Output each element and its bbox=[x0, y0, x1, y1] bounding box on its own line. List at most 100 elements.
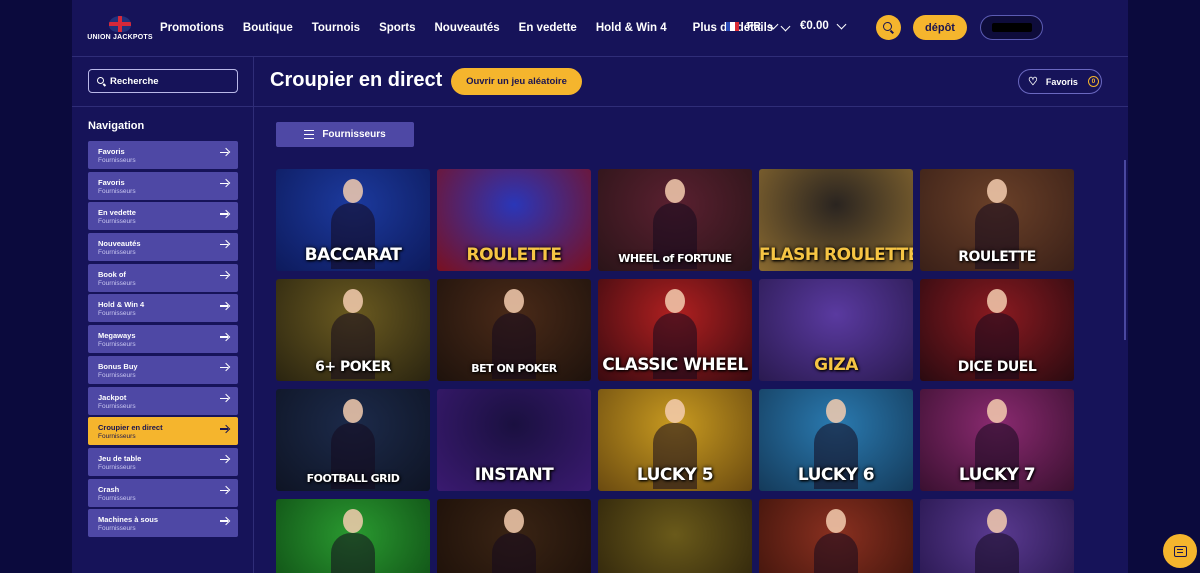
game-tile[interactable]: INSTANT bbox=[437, 389, 591, 491]
game-tile[interactable]: GIZA bbox=[759, 279, 913, 381]
sidebar-item-subtitle: Fournisseurs bbox=[98, 463, 136, 471]
game-tile[interactable]: ROULETTE bbox=[437, 169, 591, 271]
nav-sports[interactable]: Sports bbox=[379, 22, 415, 34]
chat-icon bbox=[1173, 545, 1187, 557]
dealer-image bbox=[331, 509, 375, 573]
sidebar-item-title: Hold & Win 4 bbox=[98, 300, 145, 310]
sidebar-item-subtitle: Fournisseurs bbox=[98, 249, 136, 257]
sidebar-item[interactable]: Bonus Buy Fournisseurs bbox=[88, 355, 238, 384]
site-logo[interactable]: UNION JACKPOTS bbox=[87, 8, 153, 48]
sidebar-item-title: En vedette bbox=[98, 208, 136, 218]
game-title: BACCARAT bbox=[304, 245, 402, 265]
sidebar-search-input[interactable]: Recherche bbox=[88, 69, 238, 93]
sidebar-item-subtitle: Fournisseurs bbox=[98, 187, 136, 195]
sidebar-item-title: Jackpot bbox=[98, 392, 127, 402]
game-title: CLASSIC WHEEL bbox=[602, 355, 748, 375]
sidebar-item[interactable]: Favoris Fournisseurs bbox=[88, 141, 238, 169]
language-selector[interactable]: FR bbox=[726, 19, 779, 32]
sidebar-item-title: Machines à sous bbox=[98, 515, 159, 525]
game-tile[interactable]: 6+ POKER bbox=[276, 279, 430, 381]
logo-text: UNION JACKPOTS bbox=[87, 33, 153, 41]
sidebar-item[interactable]: Nouveautés Fournisseurs bbox=[88, 233, 238, 262]
sidebar-nav-list: Favoris Fournisseurs Favoris Fournisseurs En… bbox=[88, 141, 238, 540]
search-icon bbox=[883, 22, 892, 31]
nav-boutique[interactable]: Boutique bbox=[243, 22, 293, 34]
sidebar-item[interactable]: Favoris Fournisseurs bbox=[88, 171, 238, 200]
sidebar-item-title: Favoris bbox=[98, 177, 125, 187]
game-tile[interactable]: DICE DUEL bbox=[920, 279, 1074, 381]
sidebar-item[interactable]: Hold & Win 4 Fournisseurs bbox=[88, 294, 238, 323]
sidebar-item[interactable]: En vedette Fournisseurs bbox=[88, 202, 238, 231]
main-nav: Promotions Boutique Tournois Sports Nouv… bbox=[160, 21, 791, 34]
arrow-right-icon bbox=[220, 366, 228, 369]
arrow-right-icon bbox=[220, 213, 228, 215]
game-tile[interactable]: FOOTBALL GRID bbox=[276, 389, 430, 491]
game-tile[interactable]: LUCKY 6 bbox=[759, 389, 913, 491]
game-tile[interactable]: BACCARAT bbox=[276, 169, 430, 271]
game-tile[interactable]: LUCKY 5 bbox=[598, 389, 752, 491]
arrow-right-icon bbox=[220, 274, 228, 277]
scrollbar[interactable] bbox=[1124, 160, 1126, 340]
sidebar-item-title: Jeu de table bbox=[98, 453, 142, 463]
sidebar-item-title: Crash bbox=[98, 484, 120, 494]
deposit-button[interactable]: dépôt bbox=[913, 15, 967, 40]
sidebar-item[interactable]: Croupier en direct Fournisseurs bbox=[88, 417, 238, 446]
sidebar-item-title: Bonus Buy bbox=[98, 361, 138, 371]
account-button[interactable] bbox=[980, 15, 1043, 40]
game-tile[interactable]: FLASH ROULETTE bbox=[759, 169, 913, 271]
nav-en-vedette[interactable]: En vedette bbox=[519, 22, 577, 34]
france-flag-icon bbox=[726, 21, 739, 31]
balance-selector[interactable]: €0.00 bbox=[800, 19, 847, 32]
header-search-button[interactable] bbox=[876, 15, 901, 40]
game-tile[interactable]: VIP bbox=[598, 499, 752, 573]
random-game-button[interactable]: Ouvrir un jeu aléatoire bbox=[451, 68, 582, 95]
game-tile[interactable]: LUCKY bbox=[276, 499, 430, 573]
favorites-label: Favoris bbox=[1045, 76, 1078, 87]
sidebar-item[interactable]: Crash Fournisseurs bbox=[88, 478, 238, 507]
sidebar-item[interactable]: Jeu de table Fournisseurs bbox=[88, 447, 238, 476]
sidebar-divider bbox=[253, 56, 254, 573]
game-tile[interactable]: WHEEL of FORTUNE bbox=[598, 169, 752, 271]
game-tile[interactable]: BET ON POKER bbox=[437, 279, 591, 381]
game-title: LUCKY 7 bbox=[958, 465, 1036, 485]
game-tile[interactable]: ROULETTE bbox=[920, 169, 1074, 271]
nav-promotions[interactable]: Promotions bbox=[160, 22, 224, 34]
dealer-image bbox=[975, 509, 1019, 573]
nav-tournois[interactable]: Tournois bbox=[312, 22, 360, 34]
game-title: INSTANT bbox=[474, 465, 554, 485]
game-tile[interactable]: DRAGON bbox=[759, 499, 913, 573]
sidebar-item[interactable]: Book of Fournisseurs bbox=[88, 263, 238, 292]
union-jack-icon bbox=[109, 15, 131, 32]
nav-nouveautes[interactable]: Nouveautés bbox=[434, 22, 499, 34]
game-title: WHEEL of FORTUNE bbox=[618, 252, 732, 265]
sidebar-item[interactable]: Megaways Fournisseurs bbox=[88, 325, 238, 354]
game-title: ROULETTE bbox=[466, 245, 563, 265]
game-title: LUCKY 5 bbox=[636, 465, 714, 485]
arrow-right-icon bbox=[220, 397, 228, 399]
game-tile[interactable]: CLASSIC WHEEL bbox=[598, 279, 752, 381]
arrow-right-icon bbox=[220, 305, 228, 307]
page-title: Croupier en direct bbox=[270, 69, 443, 91]
game-title: BET ON POKER bbox=[471, 362, 557, 375]
top-header: UNION JACKPOTS Promotions Boutique Tourn… bbox=[72, 0, 1128, 56]
game-tile[interactable]: WAR OF bbox=[437, 499, 591, 573]
arrow-right-icon bbox=[220, 182, 228, 185]
left-gutter bbox=[0, 0, 72, 573]
chat-button[interactable] bbox=[1163, 534, 1197, 568]
sidebar-item[interactable]: Jackpot Fournisseurs bbox=[88, 386, 238, 415]
arrow-right-icon bbox=[220, 489, 228, 491]
arrow-right-icon bbox=[220, 244, 228, 246]
right-gutter bbox=[1128, 0, 1200, 573]
game-tile[interactable]: LUCKY 7 bbox=[920, 389, 1074, 491]
favorites-count: 0 bbox=[1087, 76, 1099, 87]
favorites-button[interactable]: ♡ Favoris 0 bbox=[1018, 69, 1102, 94]
game-tile[interactable]: GALAXY bbox=[920, 499, 1074, 573]
sidebar-item[interactable]: Machines à sous Fournisseurs bbox=[88, 509, 238, 538]
nav-hold-win[interactable]: Hold & Win 4 bbox=[596, 22, 667, 34]
providers-filter-button[interactable]: Fournisseurs bbox=[276, 122, 414, 147]
sidebar-item-subtitle: Fournisseurs bbox=[98, 494, 136, 502]
sidebar-item-subtitle: Fournisseurs bbox=[98, 310, 136, 318]
navigation-heading: Navigation bbox=[88, 120, 145, 132]
game-title: FLASH ROULETTE bbox=[759, 245, 913, 265]
sidebar-item-title: Favoris bbox=[98, 147, 125, 156]
